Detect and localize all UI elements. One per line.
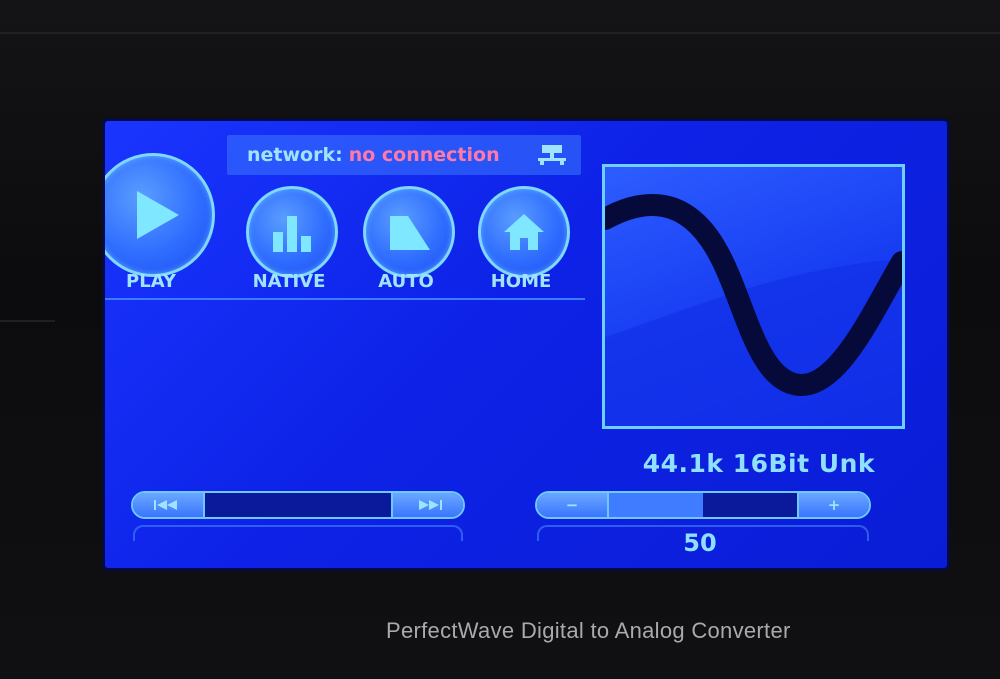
volume-track[interactable] (609, 493, 797, 517)
track-seek-slider[interactable] (131, 491, 465, 519)
minus-icon: − (565, 496, 579, 514)
volume-down-button[interactable]: − (537, 493, 609, 517)
bezel-divider (0, 320, 55, 322)
volume-value: 50 (683, 529, 717, 557)
auto-button[interactable] (363, 186, 455, 278)
volume-level-fill (609, 493, 703, 517)
native-button[interactable] (246, 186, 338, 278)
volume-slider[interactable]: − + (535, 491, 871, 519)
seek-track[interactable] (205, 493, 391, 517)
play-button[interactable] (105, 153, 215, 277)
network-icon[interactable] (537, 144, 567, 166)
home-button[interactable] (478, 186, 570, 278)
audio-format: 44.1k 16Bit Unk (642, 449, 875, 478)
play-label: PLAY (126, 271, 176, 292)
home-icon (504, 214, 544, 250)
play-icon (137, 191, 179, 239)
skip-forward-button[interactable] (391, 493, 463, 517)
network-label: network: (247, 144, 343, 166)
network-status-bar: network: no connection (227, 135, 581, 175)
volume-up-button[interactable]: + (797, 493, 869, 517)
slider-reflection (133, 525, 463, 541)
auto-label: AUTO (378, 271, 434, 292)
waveform-display (602, 164, 905, 429)
bar-chart-icon (273, 216, 311, 252)
ramp-icon (390, 216, 430, 250)
touch-screen: network: no connection PLAY NATIVE AUTO (102, 118, 950, 571)
network-status: no connection (348, 144, 500, 166)
skip-forward-icon (419, 500, 442, 510)
skip-back-icon (154, 500, 177, 510)
native-label: NATIVE (252, 271, 326, 292)
device-model-text: PerfectWave Digital to Analog Converter (386, 618, 791, 643)
skip-back-button[interactable] (133, 493, 205, 517)
bezel-divider (0, 32, 1000, 34)
divider-line (105, 298, 585, 300)
home-label: HOME (490, 271, 552, 292)
sine-wave-graphic (605, 193, 902, 426)
plus-icon: + (827, 496, 841, 514)
